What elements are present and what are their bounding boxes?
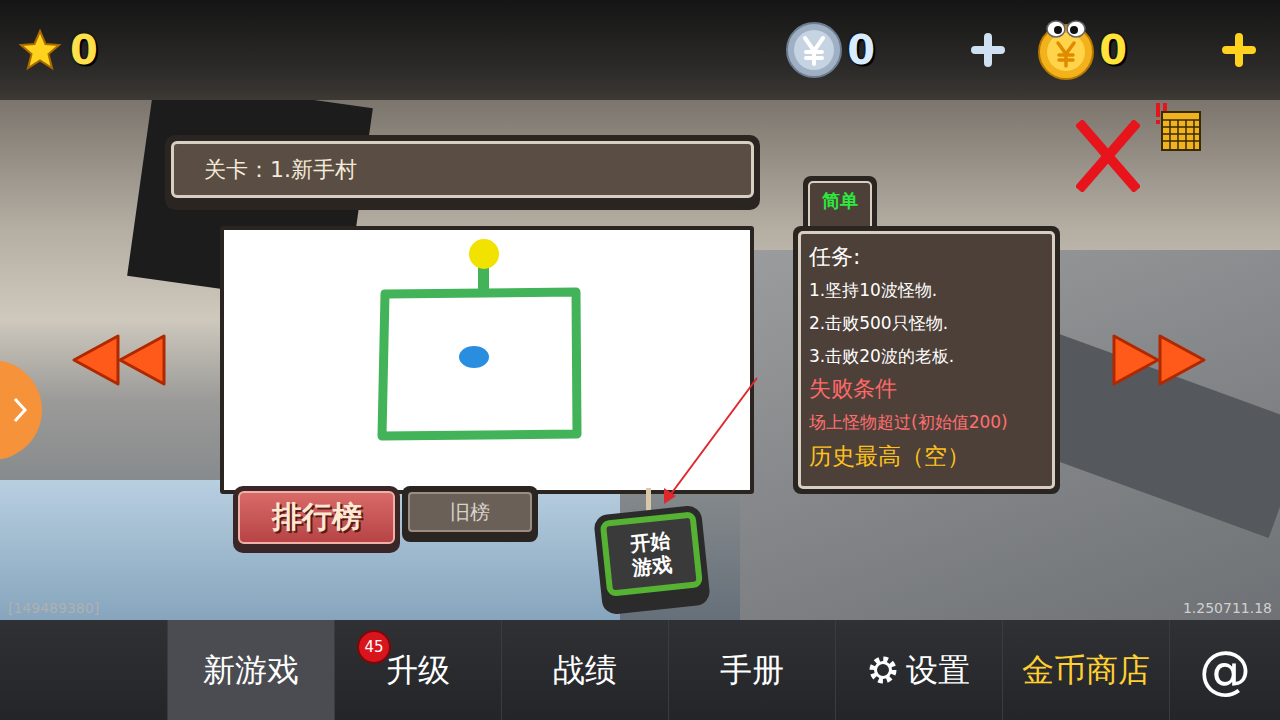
leaderboard-label: 排行榜: [272, 497, 362, 538]
old-leaderboard-button[interactable]: 旧榜: [402, 486, 538, 542]
gold-count: 0: [1099, 30, 1127, 70]
start-game-label: 开始游戏: [628, 528, 674, 580]
side-drawer-tab[interactable]: [0, 360, 42, 460]
task-item: 3.击败20波的老板.: [809, 343, 1044, 369]
notification-badge: 45: [357, 630, 391, 664]
previous-level-arrow-icon[interactable]: [70, 332, 168, 388]
silver-count: 0: [847, 30, 875, 70]
nav-label: 设置: [906, 651, 970, 689]
nav-item[interactable]: 设置: [835, 620, 1002, 720]
tasks-heading: 任务:: [809, 244, 1044, 270]
task-panel: 任务: 1.坚持10波怪物. 2.击败500只怪物. 3.击败20波的老板. 失败条件场…: [793, 226, 1060, 494]
nav-label: 战绩: [553, 651, 617, 689]
start-game-frame: 开始游戏: [600, 511, 703, 597]
gold-coin-icon: [1037, 19, 1095, 81]
silver-coin-icon: [785, 21, 843, 79]
best-record: 历史最高（空）: [809, 442, 1044, 470]
old-leaderboard-frame: 旧榜: [408, 492, 532, 532]
nav-spacer: [0, 620, 167, 720]
nav-label: @: [1199, 639, 1251, 701]
bottom-nav: 新游戏升级45战绩手册设置金币商店@: [0, 620, 1280, 720]
level-title-panel: 关卡：1.新手村: [165, 135, 760, 210]
close-icon[interactable]: [1076, 120, 1140, 192]
start-game-button[interactable]: 开始游戏: [593, 505, 711, 616]
preview-canvas: [224, 230, 750, 490]
chevron-right-icon: [12, 396, 28, 424]
player-id: [149489380]: [8, 600, 99, 616]
nav-label: 金币商店: [1022, 651, 1150, 689]
difficulty-label: 简单: [822, 189, 858, 231]
star-icon: [18, 28, 62, 72]
add-gold-plus-icon[interactable]: [1222, 33, 1256, 67]
leaderboard-button[interactable]: 排行榜: [233, 486, 400, 553]
calendar-icon[interactable]: [1152, 100, 1206, 154]
star-count: 0: [70, 30, 98, 70]
nav-item[interactable]: 金币商店: [1002, 620, 1169, 720]
gear-icon: [868, 655, 898, 685]
fail-condition: 场上怪物超过(初始值200): [809, 409, 1044, 435]
level-title-frame: 关卡：1.新手村: [171, 141, 754, 198]
task-item: 2.击败500只怪物.: [809, 310, 1044, 336]
nav-item[interactable]: @: [1169, 620, 1280, 720]
add-silver-plus-icon[interactable]: [971, 33, 1005, 67]
task-frame: 任务: 1.坚持10波怪物. 2.击败500只怪物. 3.击败20波的老板. 失败条件场…: [798, 231, 1055, 489]
nav-item[interactable]: 升级45: [334, 620, 501, 720]
top-bar: 0 0 0: [0, 0, 1280, 100]
version: 1.250711.18: [1183, 600, 1272, 616]
level-title: 关卡：1.新手村: [204, 155, 357, 185]
nav-label: 升级: [386, 651, 450, 689]
old-leaderboard-label: 旧榜: [450, 499, 490, 526]
task-item: 1.坚持10波怪物.: [809, 277, 1044, 303]
next-level-arrow-icon[interactable]: [1110, 332, 1208, 388]
nav-item[interactable]: 手册: [668, 620, 835, 720]
leaderboard-frame: 排行榜: [238, 491, 395, 544]
fail-heading: 失败条件: [809, 376, 1044, 402]
nav-item[interactable]: 战绩: [501, 620, 668, 720]
game-scene: 关卡：1.新手村简单任务: 1.坚持10波怪物. 2.击败500只怪物. 3.击败20…: [0, 100, 1280, 620]
nav-item[interactable]: 新游戏: [167, 620, 334, 720]
nav-label: 手册: [720, 651, 784, 689]
nav-label: 新游戏: [203, 651, 299, 689]
map-drawing-icon: [224, 230, 750, 490]
level-preview: [220, 226, 754, 494]
